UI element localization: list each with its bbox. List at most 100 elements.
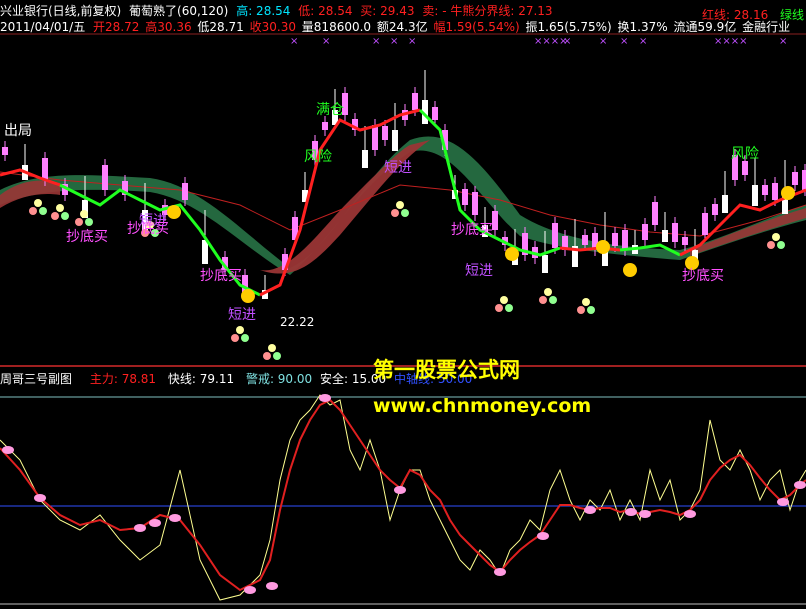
signal-mark: × [290, 36, 299, 47]
gem-marker [777, 498, 789, 506]
low-value: 低: 28.54 [298, 4, 353, 18]
quote-low: 低28.71 [197, 20, 244, 34]
grape-signal [577, 306, 585, 314]
quote-close: 收30.30 [249, 20, 296, 34]
warning-value: 警戒: 90.00 [245, 372, 313, 386]
trend-line [559, 246, 621, 252]
buy-value: 买: 29.43 [360, 4, 415, 18]
bottom-buy-label-2: 抄底买 [127, 221, 169, 237]
chart-canvas[interactable] [0, 0, 806, 609]
gem-marker [684, 510, 696, 518]
grape-signal [231, 334, 239, 342]
gem-marker [2, 446, 14, 454]
grape-signal [391, 209, 399, 217]
gem-marker [584, 506, 596, 514]
grape-signal [51, 212, 59, 220]
short-in-label-2: 短进 [228, 307, 256, 323]
grape-signal [500, 296, 508, 304]
signal-mark: × [408, 36, 417, 47]
fast-line [0, 394, 806, 601]
quote-open: 开28.72 [93, 20, 140, 34]
bottom-buy-label-5: 抄底买 [682, 268, 724, 284]
grape-signal [75, 218, 83, 226]
gem-marker [537, 532, 549, 540]
main-force-line [0, 398, 806, 592]
gem-marker [319, 394, 331, 402]
signal-mark: × [390, 36, 399, 47]
buy-marker [505, 247, 519, 261]
sell-value: 卖: - 牛熊分界线: 27.13 [422, 4, 553, 18]
grape-signal [80, 210, 88, 218]
grape-signal [401, 209, 409, 217]
signal-mark: ×××× [714, 36, 748, 47]
quote-turnover: 换1.37% [617, 20, 668, 34]
grape-signal [396, 201, 404, 209]
grape-signal [539, 296, 547, 304]
bottom-buy-label-3: 抄底买 [200, 268, 242, 284]
signal-mark: × [322, 36, 331, 47]
quote-row: 2011/04/01/五 开28.72 高30.36 低28.71 收30.30… [0, 20, 794, 34]
gem-marker [494, 568, 506, 576]
buy-marker [241, 289, 255, 303]
quote-volume: 量818600.0 [301, 20, 372, 34]
risk-label-1: 风险 [304, 149, 332, 165]
ribbon-band-red2 [0, 180, 60, 208]
grape-signal [61, 212, 69, 220]
signal-mark: × [563, 36, 572, 47]
buy-marker [781, 186, 795, 200]
grape-signal [505, 304, 513, 312]
grape-signal [263, 352, 271, 360]
grape-signal [268, 344, 276, 352]
buy-marker [167, 205, 181, 219]
header-row: 兴业银行(日线,前复权) 葡萄熟了(60,120) 高: 28.54 低: 28… [0, 4, 557, 18]
gem-marker [639, 510, 651, 518]
grape-signal [241, 334, 249, 342]
grape-signal [34, 199, 42, 207]
full-label: 满仓 [316, 102, 344, 118]
high-value: 高: 28.54 [236, 4, 291, 18]
quote-industry: 金融行业 [742, 20, 791, 34]
quote-amount: 额24.3亿 [376, 20, 428, 34]
bottom-buy-label-4: 抄底买 [451, 222, 493, 238]
signal-mark: × [620, 36, 629, 47]
stock-name[interactable]: 兴业银行(日线,前复权) [0, 4, 121, 18]
signal-mark: × [639, 36, 648, 47]
grape-signal [544, 288, 552, 296]
watermark-url: www.chnmoney.com [373, 395, 592, 417]
grape-signal [777, 241, 785, 249]
sub-title[interactable]: 周哥三号副图 [0, 372, 72, 386]
buy-marker [623, 263, 637, 277]
gem-marker [625, 508, 637, 516]
buy-marker [596, 240, 610, 254]
gem-marker [794, 481, 806, 489]
main-force-value: 主力: 78.81 [89, 372, 157, 386]
quote-amplitude: 振1.65(5.75%) [525, 20, 612, 34]
grape-signal [85, 218, 93, 226]
grape-signal [587, 306, 595, 314]
gem-marker [134, 524, 146, 532]
grape-signal [236, 326, 244, 334]
quote-high: 高30.36 [145, 20, 192, 34]
watermark-title: 第一股票公式网 [373, 358, 520, 382]
grape-signal [549, 296, 557, 304]
indicator-name: 葡萄熟了(60,120) [129, 4, 229, 18]
short-in-label-1: 短进 [384, 160, 412, 176]
signal-mark: × [779, 36, 788, 47]
quote-change: 幅1.59(5.54%) [433, 20, 520, 34]
quote-float: 流通59.9亿 [673, 20, 737, 34]
grape-signal [273, 352, 281, 360]
gem-marker [34, 494, 46, 502]
grape-signal [56, 204, 64, 212]
gem-marker [244, 586, 256, 594]
short-in-label-3: 短进 [465, 263, 493, 279]
grape-signal [582, 298, 590, 306]
signal-mark: × [599, 36, 608, 47]
grape-signal [495, 304, 503, 312]
quote-date: 2011/04/01/五 [0, 20, 86, 34]
bottom-buy-label-1: 抄底买 [66, 229, 108, 245]
gem-marker [149, 519, 161, 527]
grape-signal [767, 241, 775, 249]
grape-signal [29, 207, 37, 215]
grape-signal [39, 207, 47, 215]
fast-line-value: 快线: 79.11 [167, 372, 235, 386]
